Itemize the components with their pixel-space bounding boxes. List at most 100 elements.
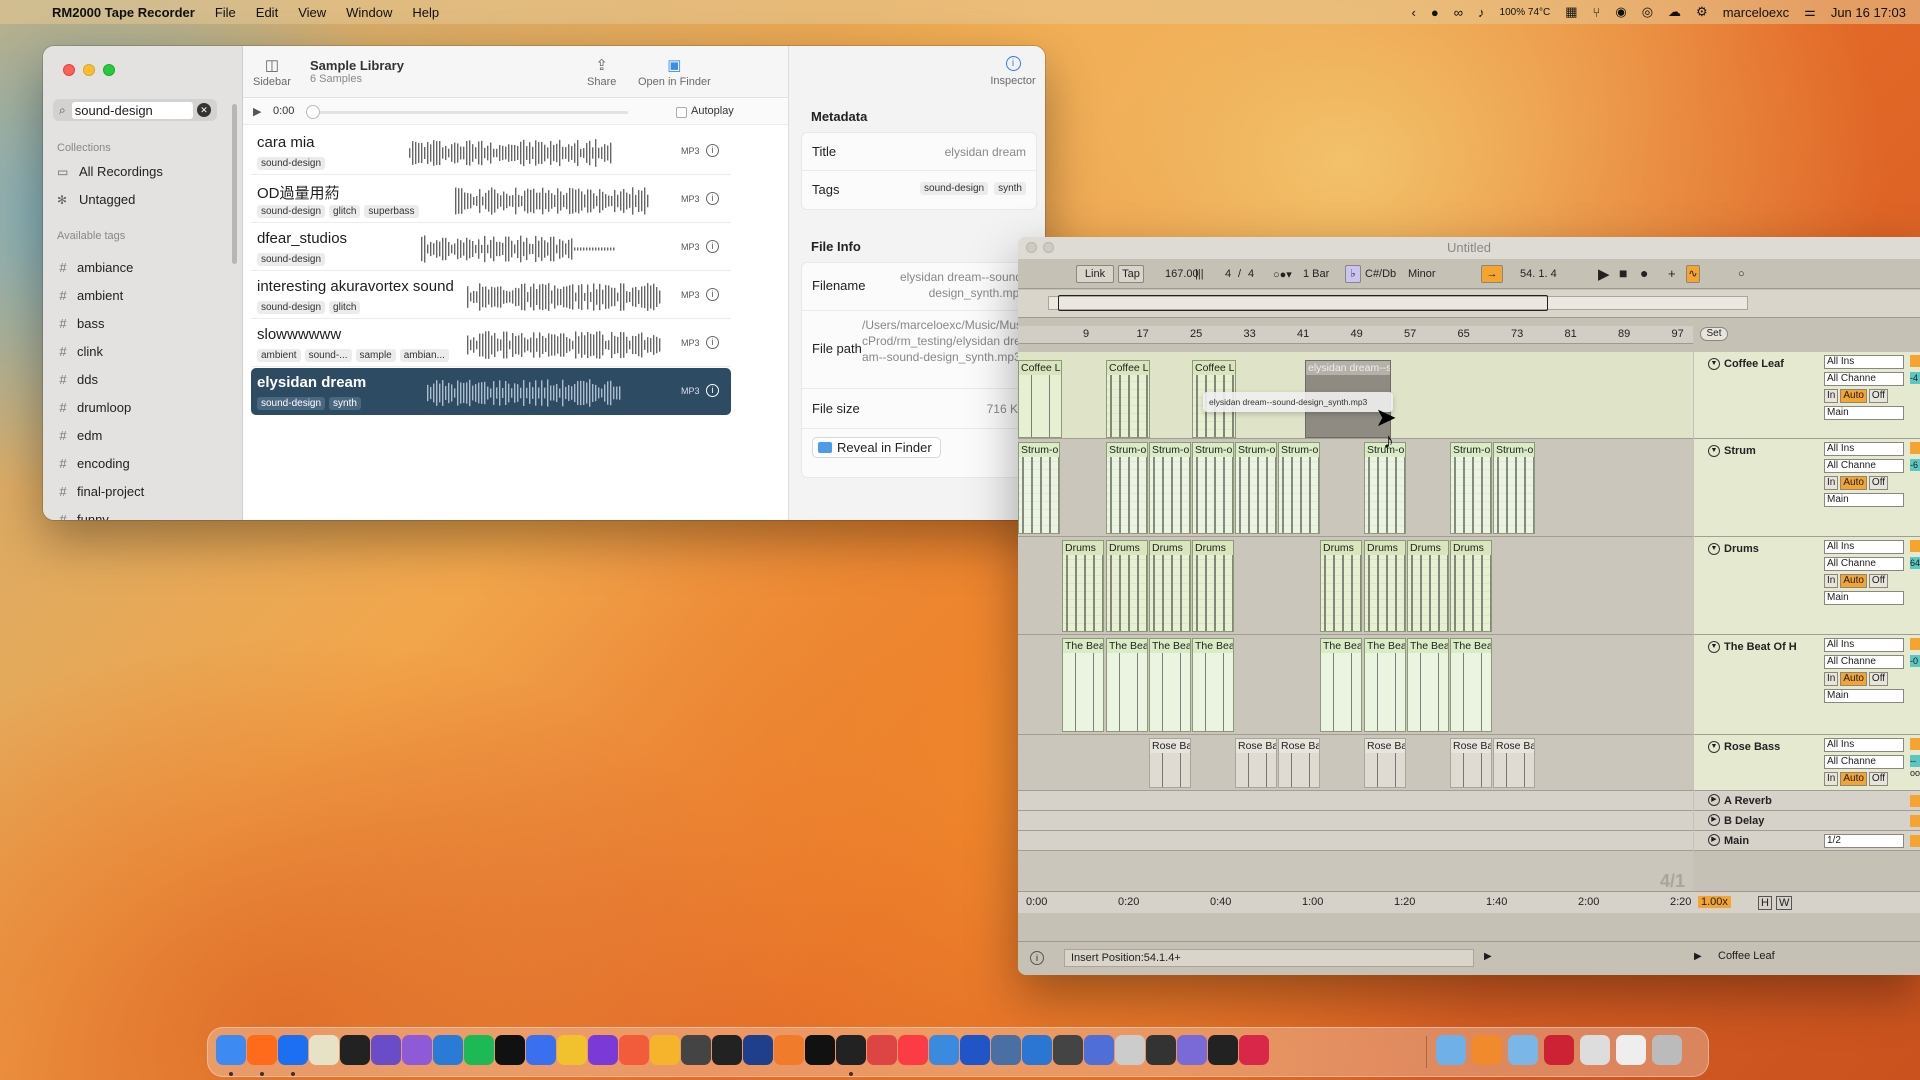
app-dock-icon[interactable] <box>1580 1035 1610 1065</box>
trash-dock-icon[interactable] <box>1652 1035 1682 1065</box>
monitor-in-button[interactable]: In <box>1824 672 1839 686</box>
app-dock-icon[interactable] <box>1472 1035 1502 1065</box>
lane-rose-bass[interactable]: Rose BasRose BasRose BasRose BasRose Bas… <box>1018 735 1693 791</box>
main-output-select[interactable]: 1/2 <box>1824 834 1904 848</box>
terminal-dock-icon[interactable] <box>340 1035 370 1065</box>
lane-beat[interactable]: The BeatThe BeatThe BeatThe BeatThe Beat… <box>1018 635 1693 735</box>
cloud-icon[interactable]: ☁ <box>1668 4 1681 20</box>
scale-select[interactable]: Minor <box>1408 268 1436 280</box>
clip[interactable]: Drums <box>1364 540 1406 632</box>
menu-help[interactable]: Help <box>412 5 439 20</box>
minimize-button[interactable] <box>83 64 95 76</box>
droplet-icon[interactable]: ● <box>1431 5 1439 20</box>
tag-item-dds[interactable]: # dds <box>57 372 98 387</box>
tag-chip[interactable]: glitch <box>329 205 361 218</box>
scrubber-track[interactable] <box>308 111 628 114</box>
sidebar-toggle-button[interactable]: ◫ Sidebar <box>253 56 291 88</box>
app-dock-icon[interactable] <box>1022 1035 1052 1065</box>
tags-value[interactable]: sound-design synth <box>920 182 1026 195</box>
input-channel-select[interactable]: All Channe <box>1824 755 1904 769</box>
info-icon[interactable]: i <box>706 288 719 301</box>
app-dock-icon[interactable] <box>805 1035 835 1065</box>
app-dock-icon[interactable] <box>867 1035 897 1065</box>
fold-icon[interactable]: ▼ <box>1708 358 1720 370</box>
sig-numerator[interactable]: 4 <box>1225 268 1231 280</box>
inspector-button[interactable]: i Inspector <box>987 56 1039 87</box>
tag-item-final-project[interactable]: # final-project <box>57 484 144 499</box>
menu-window[interactable]: Window <box>346 5 392 20</box>
record-button[interactable]: ● <box>1640 265 1648 281</box>
monitor-in-button[interactable]: In <box>1824 389 1839 403</box>
app-dock-icon[interactable] <box>929 1035 959 1065</box>
recording-row[interactable]: interesting akuravortex sound sound-desig… <box>251 272 731 319</box>
app-dock-icon[interactable] <box>991 1035 1021 1065</box>
clock[interactable]: Jun 16 17:03 <box>1831 5 1906 20</box>
clip[interactable]: The Beat <box>1149 638 1191 732</box>
monitor-off-button[interactable]: Off <box>1868 476 1889 490</box>
link-button[interactable]: Link <box>1076 265 1114 283</box>
fold-icon[interactable]: ▶ <box>1708 794 1720 806</box>
tag-chip[interactable]: ambient <box>257 349 301 362</box>
tempo-field[interactable]: 167.00 <box>1165 268 1199 280</box>
stop-button[interactable]: ■ <box>1619 265 1627 281</box>
clip[interactable]: Rose Bas <box>1450 738 1492 788</box>
app-menu[interactable]: RM2000 Tape Recorder <box>52 5 195 20</box>
system-stats[interactable]: 100% 74°C <box>1500 7 1551 18</box>
app-dock-icon[interactable] <box>960 1035 990 1065</box>
play-icon[interactable]: ▶ <box>1484 951 1492 962</box>
tag-chip[interactable]: sample <box>355 349 396 362</box>
fold-icon[interactable]: ▼ <box>1708 543 1720 555</box>
sig-denominator[interactable]: 4 <box>1248 268 1254 280</box>
clip[interactable]: Strum-o <box>1149 442 1191 534</box>
output-select[interactable]: Main <box>1824 591 1904 605</box>
tag-chip[interactable]: glitch <box>329 301 361 314</box>
record-mode-icon[interactable]: ○●▾ <box>1273 268 1292 281</box>
app-dock-icon[interactable] <box>1053 1035 1083 1065</box>
fork-icon[interactable]: ⑂ <box>1593 5 1601 20</box>
monitor-auto-button[interactable]: Auto <box>1840 772 1867 786</box>
zoom-button[interactable] <box>103 64 115 76</box>
clip[interactable]: The Beat <box>1407 638 1449 732</box>
track-header[interactable]: ▼ Rose Bass All Ins All Channe In Auto Off --oo <box>1694 735 1920 791</box>
output-select[interactable]: Main <box>1824 689 1904 703</box>
output-select[interactable]: Main <box>1824 406 1904 420</box>
clip[interactable]: Drums <box>1320 540 1362 632</box>
tag-item-ambient[interactable]: # ambient <box>57 288 123 303</box>
info-icon[interactable]: i <box>706 192 719 205</box>
follow-icon[interactable]: → <box>1481 265 1503 283</box>
track-activator[interactable] <box>1910 355 1920 367</box>
recording-row[interactable]: OD過量用葯 sound-design glitch superbass MP3 i <box>251 176 731 223</box>
clear-search-icon[interactable]: ✕ <box>197 103 211 117</box>
track-header[interactable]: ▼ Coffee Leaf All Ins All Channe In Auto Off Ma… <box>1694 352 1920 439</box>
monitor-auto-button[interactable]: Auto <box>1840 672 1867 686</box>
user-name[interactable]: marceloexc <box>1723 5 1789 20</box>
input-channel-select[interactable]: All Channe <box>1824 372 1904 386</box>
hands-dock-icon[interactable] <box>309 1035 339 1065</box>
zoom-display[interactable]: 1.00x <box>1698 896 1731 908</box>
fold-icon[interactable]: ▼ <box>1708 741 1720 753</box>
app-dock-icon[interactable] <box>371 1035 401 1065</box>
track-header[interactable]: ▼ The Beat Of H All Ins All Channe In Auto Off… <box>1694 635 1920 735</box>
clip[interactable]: Strum-o <box>1450 442 1492 534</box>
firefox-dock-icon[interactable] <box>247 1035 277 1065</box>
scrubber-knob[interactable] <box>306 105 320 119</box>
track-name[interactable]: A Reverb <box>1724 795 1772 807</box>
app-dock-icon[interactable] <box>526 1035 556 1065</box>
music-dock-icon[interactable] <box>898 1035 928 1065</box>
app-dock-icon[interactable] <box>650 1035 680 1065</box>
return-track-header[interactable]: ▶ B Delay <box>1694 811 1920 831</box>
clip[interactable]: Strum-o <box>1192 442 1234 534</box>
app-dock-icon[interactable] <box>1177 1035 1207 1065</box>
lane-b-delay[interactable] <box>1018 811 1693 831</box>
thunderbird-dock-icon[interactable] <box>278 1035 308 1065</box>
clip[interactable]: The Beat <box>1106 638 1148 732</box>
gear-icon[interactable]: ⚙ <box>1696 4 1708 20</box>
monitor-auto-button[interactable]: Auto <box>1840 476 1867 490</box>
add-icon[interactable]: + <box>1668 266 1676 281</box>
track-name[interactable]: Coffee Leaf <box>1724 358 1784 370</box>
fold-icon[interactable]: ▼ <box>1708 641 1720 653</box>
arrangement-position[interactable]: 54. 1. 4 <box>1520 268 1557 280</box>
track-activator[interactable] <box>1910 540 1920 552</box>
play-button[interactable]: ▶ <box>1598 265 1610 283</box>
recording-row[interactable]: elysidan dream sound-design synth MP3 i <box>251 368 731 415</box>
